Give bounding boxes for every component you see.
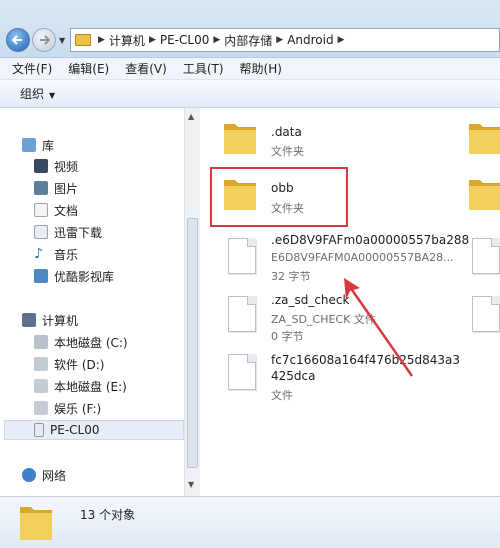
- scrollbar-thumb[interactable]: [187, 218, 198, 468]
- organize-label: 组织: [20, 87, 45, 101]
- chevron-right-icon[interactable]: ▶: [94, 35, 109, 45]
- menu-file[interactable]: 文件(F): [12, 60, 52, 77]
- sidebar-item-label: 娱乐 (F:): [54, 401, 102, 416]
- item-count: 13 个对象: [80, 508, 136, 522]
- drive-icon: [34, 401, 48, 415]
- back-button[interactable]: [6, 28, 30, 52]
- file-name[interactable]: .e6D8V9FAFm0a00000557ba288: [271, 233, 469, 247]
- file-type: ZA_SD_CHECK 文件: [271, 313, 376, 326]
- sidebar-item-label: PE-CL00: [50, 423, 100, 437]
- file-icon[interactable]: [472, 296, 500, 332]
- document-icon: [34, 203, 48, 217]
- network-icon: [22, 468, 36, 482]
- address-band: ▼ ▶ 计算机 ▶ PE-CL00 ▶ 内部存储 ▶ Android ▶: [0, 0, 500, 58]
- sidebar-item-label: 优酷影视库: [54, 269, 115, 284]
- library-icon: [22, 138, 36, 152]
- forward-arrow-icon: [40, 35, 51, 45]
- sidebar-item-label: 图片: [54, 181, 79, 196]
- chevron-right-icon[interactable]: ▶: [272, 35, 287, 45]
- navigation-pane: 库 视频 图片 文档 迅雷下载 ♪ 音乐 优酷影视库 计算机 本地磁盘 (C:)…: [0, 108, 200, 496]
- file-icon[interactable]: [228, 354, 256, 390]
- sidebar-item-label: 软件 (D:): [54, 357, 105, 372]
- computer-icon: [22, 313, 36, 327]
- file-size: 32 字节: [271, 270, 311, 283]
- file-type: 文件夹: [271, 145, 304, 158]
- breadcrumb-device[interactable]: PE-CL00: [160, 33, 209, 47]
- music-note-icon: ♪: [34, 246, 43, 262]
- sidebar-item-drive-e[interactable]: 本地磁盘 (E:): [34, 376, 127, 396]
- highlight-box: [210, 167, 348, 227]
- sidebar-item-drive-d[interactable]: 软件 (D:): [34, 354, 104, 374]
- sidebar-item-label: 库: [42, 138, 55, 153]
- folder-icon[interactable]: [220, 118, 260, 158]
- sidebar-item-label: 本地磁盘 (C:): [54, 335, 128, 350]
- folder-icon: [75, 34, 91, 46]
- folder-icon: [20, 507, 52, 540]
- sidebar-item-network[interactable]: 网络: [22, 465, 66, 485]
- sidebar-item-computer[interactable]: 计算机: [22, 310, 78, 330]
- breadcrumb-storage[interactable]: 内部存储: [224, 32, 272, 49]
- folder-icon[interactable]: [465, 174, 500, 214]
- recent-pages-dropdown[interactable]: ▼: [59, 36, 67, 45]
- file-type: 文件: [271, 389, 293, 402]
- sidebar-item-documents[interactable]: 文档: [34, 200, 78, 220]
- scroll-up-icon[interactable]: ▲: [188, 112, 194, 121]
- library-folder-icon: [34, 269, 48, 283]
- menu-edit[interactable]: 编辑(E): [68, 60, 109, 77]
- sidebar-item-youku-library[interactable]: 优酷影视库: [34, 266, 114, 286]
- file-name[interactable]: fc7c16608a164f476b25d843a3425dca: [271, 352, 461, 384]
- menu-bar: 文件(F) 编辑(E) 查看(V) 工具(T) 帮助(H): [0, 58, 500, 80]
- sidebar-scrollbar[interactable]: ▲ ▼: [184, 108, 200, 496]
- drive-icon: [34, 357, 48, 371]
- file-name[interactable]: .data: [271, 125, 302, 139]
- sidebar-item-drive-c[interactable]: 本地磁盘 (C:): [34, 332, 128, 352]
- forward-button[interactable]: [32, 28, 56, 52]
- chevron-right-icon[interactable]: ▶: [145, 35, 160, 45]
- menu-help[interactable]: 帮助(H): [240, 60, 282, 77]
- menu-tools[interactable]: 工具(T): [183, 60, 224, 77]
- phone-icon: [34, 423, 44, 437]
- sidebar-item-label: 计算机: [42, 313, 79, 328]
- sidebar-item-label: 本地磁盘 (E:): [54, 379, 127, 394]
- address-bar[interactable]: ▶ 计算机 ▶ PE-CL00 ▶ 内部存储 ▶ Android ▶: [70, 28, 500, 52]
- chevron-down-icon: ▼: [49, 91, 56, 100]
- breadcrumb-android[interactable]: Android: [287, 33, 333, 47]
- chevron-right-icon[interactable]: ▶: [334, 35, 349, 45]
- command-bar: 组织 ▼: [0, 80, 500, 108]
- sidebar-item-pictures[interactable]: 图片: [34, 178, 78, 198]
- file-icon[interactable]: [472, 238, 500, 274]
- scroll-down-icon[interactable]: ▼: [188, 480, 194, 489]
- sidebar-item-phone-device[interactable]: PE-CL00: [4, 420, 184, 440]
- details-pane: 13 个对象: [0, 496, 500, 548]
- organize-button[interactable]: 组织 ▼: [20, 85, 55, 102]
- sidebar-item-label: 网络: [42, 468, 67, 483]
- file-icon[interactable]: [228, 296, 256, 332]
- sidebar-item-label: 视频: [54, 159, 79, 174]
- sidebar-item-label: 迅雷下载: [54, 225, 103, 240]
- sidebar-item-label: 音乐: [54, 247, 79, 262]
- sidebar-item-videos[interactable]: 视频: [34, 156, 78, 176]
- drive-icon: [34, 379, 48, 393]
- drive-icon: [34, 335, 48, 349]
- sidebar-item-drive-f[interactable]: 娱乐 (F:): [34, 398, 101, 418]
- picture-icon: [34, 181, 48, 195]
- folder-icon[interactable]: [465, 118, 500, 158]
- chevron-right-icon[interactable]: ▶: [209, 35, 224, 45]
- file-size: 0 字节: [271, 330, 304, 343]
- menu-view[interactable]: 查看(V): [125, 60, 167, 77]
- sidebar-item-music[interactable]: ♪ 音乐: [34, 244, 78, 264]
- file-name[interactable]: .za_sd_check: [271, 293, 349, 307]
- download-folder-icon: [34, 225, 48, 239]
- sidebar-item-thunder-downloads[interactable]: 迅雷下载: [34, 222, 102, 242]
- breadcrumb-computer[interactable]: 计算机: [109, 32, 145, 49]
- video-icon: [34, 159, 48, 173]
- file-icon[interactable]: [228, 238, 256, 274]
- file-type: E6D8V9FAFM0A00000557BA28...: [271, 251, 454, 264]
- sidebar-item-libraries[interactable]: 库: [22, 135, 54, 155]
- back-arrow-icon: [11, 35, 22, 45]
- sidebar-item-label: 文档: [54, 203, 79, 218]
